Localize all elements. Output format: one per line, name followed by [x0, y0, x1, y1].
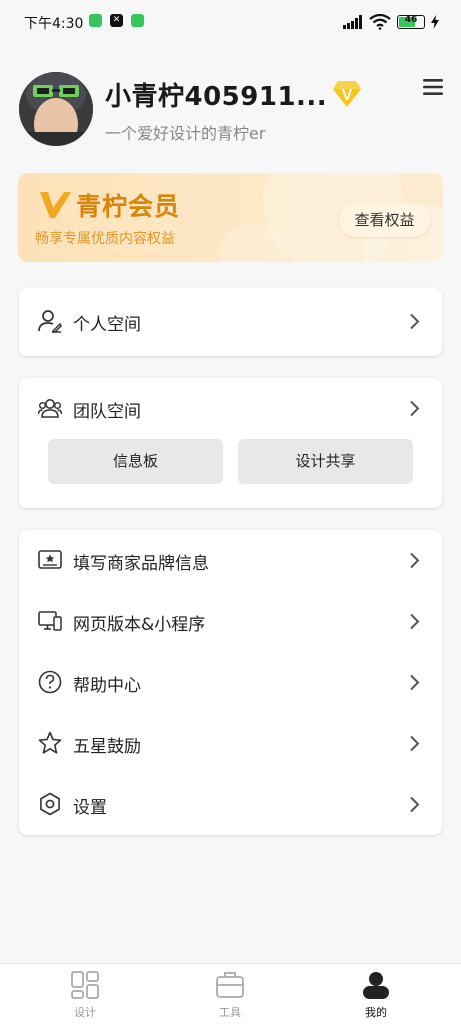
personal-space-row[interactable]: 个人空间 [19, 288, 442, 356]
status-indicators: 46 [343, 12, 439, 32]
chevron-right-icon [410, 735, 420, 752]
nav-tab-design[interactable]: 设计 [45, 970, 125, 1020]
menu-item-label: 网页版本&小程序 [73, 615, 206, 635]
personal-space-label: 个人空间 [73, 315, 141, 335]
chevron-right-icon [410, 552, 420, 569]
chevron-right-icon [410, 400, 420, 417]
menu-item-settings[interactable]: 设置 [19, 774, 442, 835]
monitor-icon [38, 611, 62, 631]
svg-text:V: V [38, 190, 39, 191]
id-card-icon [38, 550, 62, 569]
nav-label: 我的 [365, 1006, 387, 1019]
username[interactable]: 小青柠405911... [105, 76, 327, 113]
menu-item-label: 设置 [73, 798, 107, 818]
status-time: 下午4:30 [24, 16, 84, 32]
menu-item-label: 帮助中心 [73, 676, 141, 696]
help-icon [38, 670, 62, 694]
star-icon [38, 731, 62, 754]
svg-text:V: V [342, 87, 353, 104]
vip-subtitle: 畅享专属优质内容权益 [35, 231, 175, 247]
avatar[interactable] [19, 72, 93, 146]
chevron-right-icon [410, 796, 420, 813]
nav-tab-tools[interactable]: 工具 [190, 970, 270, 1020]
menu-item-label: 填写商家品牌信息 [73, 554, 209, 574]
battery-icon: 46 [397, 15, 425, 29]
menu-item-help-center[interactable]: 帮助中心 [19, 652, 442, 713]
capcut-icon: ✕ [110, 14, 123, 27]
profile-icon [363, 972, 389, 999]
menu-item-web-miniprogram[interactable]: 网页版本&小程序 [19, 591, 442, 652]
vip-badge-icon: V [333, 81, 361, 107]
wechat-icon [131, 14, 144, 27]
charging-icon [431, 15, 439, 29]
wifi-icon [369, 14, 391, 30]
battery-level: 46 [404, 15, 418, 25]
team-space-row[interactable]: 团队空间 [19, 378, 442, 439]
wechat-icon [89, 14, 102, 27]
vip-logo-icon: V [38, 190, 71, 218]
chevron-right-icon [410, 674, 420, 691]
person-edit-icon [38, 310, 62, 333]
team-space-card: 团队空间 信息板 设计共享 [19, 378, 442, 508]
menu-item-label: 五星鼓励 [73, 737, 141, 757]
nav-tab-mine[interactable]: 我的 [336, 970, 416, 1020]
status-bar: 下午4:30 ✕ 46 [0, 0, 461, 44]
grid-icon [71, 971, 99, 999]
info-board-button[interactable]: 信息板 [48, 439, 223, 484]
nav-label: 设计 [74, 1006, 96, 1019]
vip-membership-banner[interactable]: V 青柠会员 畅享专属优质内容权益 查看权益 [18, 173, 443, 262]
menu-item-brand-info[interactable]: 填写商家品牌信息 [19, 530, 442, 591]
settings-menu-card: 填写商家品牌信息 网页版本&小程序 帮助中心 五星鼓励 设置 [19, 530, 442, 835]
menu-item-five-star[interactable]: 五星鼓励 [19, 713, 442, 774]
vip-title-text: 青柠会员 [76, 192, 181, 221]
nav-label: 工具 [219, 1006, 241, 1019]
my-page-screen: 下午4:30 ✕ 46 小青柠405911... V 一个爱好设计的青柠er V… [0, 0, 461, 1024]
briefcase-icon [216, 972, 244, 998]
design-share-button[interactable]: 设计共享 [238, 439, 413, 484]
chevron-right-icon [410, 313, 420, 330]
settings-icon [40, 792, 60, 816]
hamburger-menu-icon[interactable] [423, 78, 443, 96]
signal-icon [343, 15, 362, 29]
view-benefits-button[interactable]: 查看权益 [339, 203, 430, 237]
chevron-right-icon [410, 613, 420, 630]
bottom-nav: 设计 工具 我的 [0, 963, 461, 1024]
user-bio: 一个爱好设计的青柠er [105, 124, 266, 143]
team-icon [38, 399, 62, 418]
team-space-label: 团队空间 [73, 402, 141, 422]
vip-banner-title: V 青柠会员 [38, 187, 180, 223]
personal-space-card[interactable]: 个人空间 [19, 288, 442, 356]
